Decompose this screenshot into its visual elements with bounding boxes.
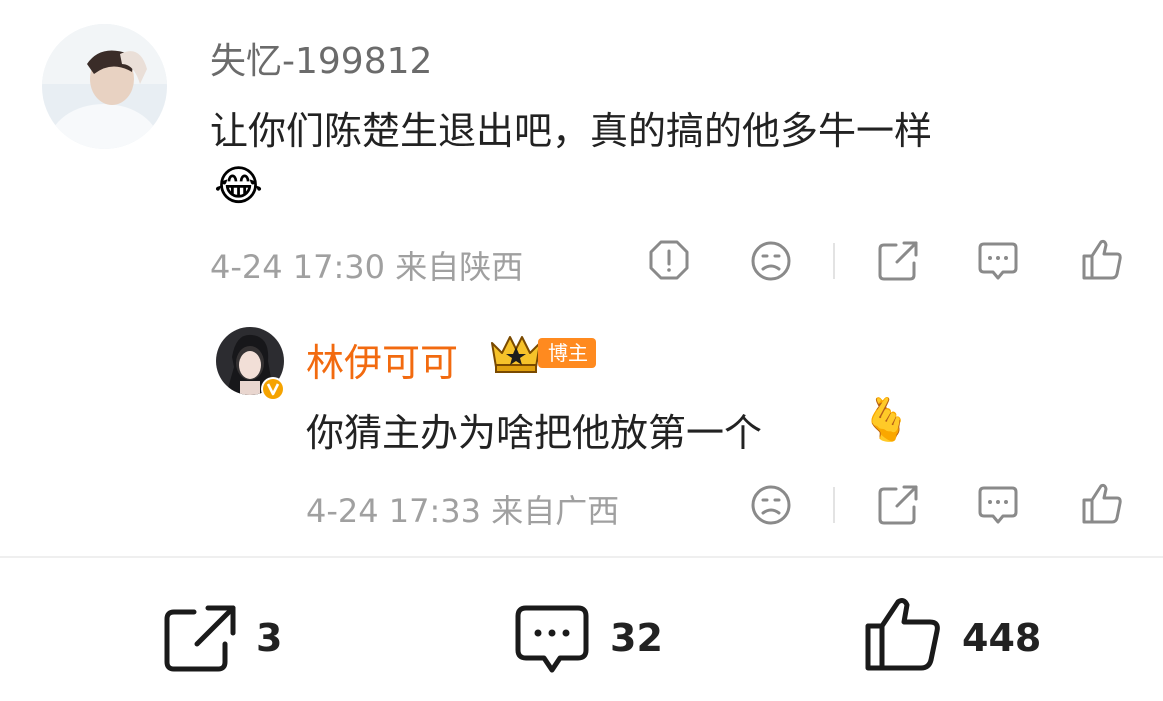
finger-heart-emoji: 🫰 xyxy=(860,395,913,444)
like-icon[interactable] xyxy=(1080,238,1124,282)
like-icon[interactable] xyxy=(1080,482,1124,526)
crown-icon xyxy=(488,331,544,379)
reply-text: 你猜主办为啥把他放第一个 xyxy=(306,411,763,455)
share-icon[interactable] xyxy=(876,483,920,527)
action-divider xyxy=(833,487,835,523)
blogger-badge: 博主 xyxy=(538,338,596,368)
like-count: 448 xyxy=(962,616,1042,660)
laughing-emoji: 😂 xyxy=(214,161,264,210)
action-divider xyxy=(833,243,835,279)
comment-count: 32 xyxy=(610,616,663,660)
report-icon[interactable] xyxy=(648,239,690,283)
comment-icon[interactable] xyxy=(976,240,1020,282)
reply-meta: 4-24 17:33 来自广西 xyxy=(306,492,620,530)
share-icon[interactable] xyxy=(876,239,920,283)
dislike-icon[interactable] xyxy=(750,240,792,282)
comment-icon[interactable] xyxy=(976,484,1020,526)
comment-text: 让你们陈楚生退出吧，真的搞的他多牛一样 xyxy=(210,109,933,153)
bottom-like-icon[interactable] xyxy=(864,596,944,672)
bottom-share-icon[interactable] xyxy=(162,604,238,674)
bottom-comment-icon[interactable] xyxy=(514,604,590,676)
username[interactable]: 失忆-199812 xyxy=(210,32,432,84)
reply-username[interactable]: 林伊可可 xyxy=(306,332,458,387)
verified-badge-icon xyxy=(260,376,286,406)
dislike-icon[interactable] xyxy=(750,484,792,526)
share-count: 3 xyxy=(256,616,283,660)
avatar[interactable] xyxy=(42,24,167,149)
comment-meta: 4-24 17:30 来自陕西 xyxy=(210,248,524,286)
section-divider xyxy=(0,556,1163,558)
